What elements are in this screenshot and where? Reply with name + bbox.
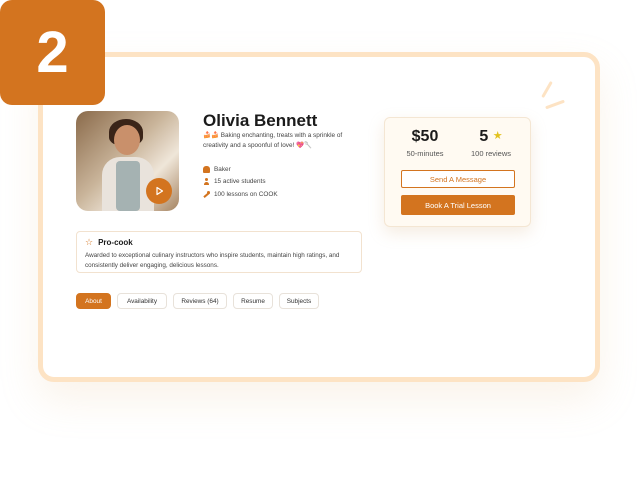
book-trial-lesson-button[interactable]: Book A Trial Lesson [401, 195, 515, 215]
rating-value: 5 [479, 128, 489, 145]
meta-label: 100 lessons on COOK [214, 190, 278, 198]
tab-availability[interactable]: Availability [117, 293, 167, 309]
chef-hat-icon [203, 165, 210, 173]
tutor-bio: 🍰🍰 Baking enchanting, treats with a spri… [203, 132, 343, 149]
user-icon [203, 178, 210, 185]
award-title: ☆ Pro-cook [85, 237, 353, 248]
meta-label: 15 active students [214, 178, 266, 185]
spoon-icon [203, 190, 210, 198]
play-video-button[interactable] [146, 178, 172, 204]
tab-subjects[interactable]: Subjects [279, 293, 319, 309]
tutor-name: Olivia Bennett [203, 111, 318, 130]
tutor-photo [76, 111, 179, 211]
tab-resume[interactable]: Resume [233, 293, 273, 309]
lesson-duration: 50-minutes [406, 149, 444, 158]
lesson-price: $50 [411, 128, 439, 145]
meta-item-students: 15 active students [203, 176, 278, 188]
award-title-text: Pro-cook [98, 238, 133, 247]
play-icon [156, 186, 164, 196]
profile-tabs: About Availability Reviews (64) Resume S… [76, 293, 325, 309]
review-count: 100 reviews [470, 149, 512, 158]
rating: 5 ★ [465, 128, 517, 146]
pricing-card: $50 50-minutes 5 ★ 100 reviews Send A Me… [384, 117, 531, 227]
meta-item-lessons: 100 lessons on COOK [203, 188, 278, 200]
tab-reviews[interactable]: Reviews (64) [173, 293, 227, 309]
meta-label: Baker [214, 165, 231, 173]
tab-about[interactable]: About [76, 293, 111, 309]
send-message-button[interactable]: Send A Message [401, 170, 515, 188]
award-description: Awarded to exceptional culinary instruct… [85, 252, 340, 269]
meta-item-role: Baker [203, 163, 278, 175]
star-outline-icon: ☆ [85, 237, 94, 247]
star-icon: ★ [492, 130, 503, 142]
tutor-meta-list: Baker 15 active students 100 lessons on … [203, 163, 278, 201]
award-badge: ☆ Pro-cook Awarded to exceptional culina… [76, 231, 362, 273]
step-number-badge: 2 [0, 0, 105, 105]
